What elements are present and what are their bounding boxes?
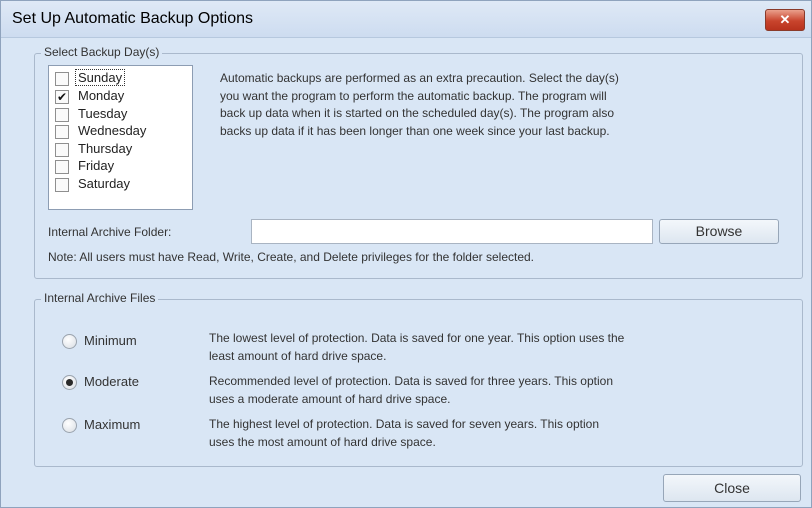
maximum-description: The highest level of protection. Data is… xyxy=(209,416,799,451)
archive-files-legend: Internal Archive Files xyxy=(41,291,159,305)
minimum-radio[interactable] xyxy=(62,334,77,349)
sunday-checkbox[interactable] xyxy=(55,72,69,86)
title-bar[interactable]: Set Up Automatic Backup Options ✕ xyxy=(1,1,811,38)
description-line: back up data when it is started on the s… xyxy=(220,106,615,120)
close-window-button[interactable]: ✕ xyxy=(765,9,805,31)
browse-button[interactable]: Browse xyxy=(659,219,779,244)
day-label: Tuesday xyxy=(78,106,128,121)
backup-description: Automatic backups are performed as an ex… xyxy=(220,70,795,140)
moderate-description: Recommended level of protection. Data is… xyxy=(209,373,799,408)
dialog-window: Set Up Automatic Backup Options ✕ Select… xyxy=(0,0,812,508)
description-line: least amount of hard drive space. xyxy=(209,348,387,363)
minimum-description: The lowest level of protection. Data is … xyxy=(209,330,799,365)
day-label: Wednesday xyxy=(78,123,147,138)
archive-folder-label: Internal Archive Folder: xyxy=(48,225,172,239)
close-button[interactable]: Close xyxy=(663,474,801,502)
backup-day-legend: Select Backup Day(s) xyxy=(41,45,163,59)
tuesday-checkbox[interactable] xyxy=(55,108,69,122)
day-label: Monday xyxy=(78,88,125,103)
saturday-checkbox[interactable] xyxy=(55,178,69,192)
day-checklist[interactable]: Sunday ✔ Monday Tuesday Wednesday Thursd… xyxy=(48,65,193,210)
description-line: backs up data if it has been longer than… xyxy=(220,123,610,138)
maximum-label[interactable]: Maximum xyxy=(84,417,140,432)
description-line: uses the most amount of hard drive space… xyxy=(209,434,436,449)
wednesday-checkbox[interactable] xyxy=(55,125,69,139)
minimum-label[interactable]: Minimum xyxy=(84,333,137,348)
thursday-checkbox[interactable] xyxy=(55,143,69,157)
radio-selected-dot xyxy=(66,379,73,386)
dialog-title: Set Up Automatic Backup Options xyxy=(12,10,254,27)
day-label: Thursday xyxy=(78,141,133,156)
description-line: Recommended level of protection. Data is… xyxy=(209,374,613,388)
moderate-label[interactable]: Moderate xyxy=(84,374,139,389)
moderate-radio[interactable] xyxy=(62,375,77,390)
description-line: The lowest level of protection. Data is … xyxy=(209,331,625,345)
day-label: Saturday xyxy=(78,176,131,191)
description-line: uses a moderate amount of hard drive spa… xyxy=(209,391,451,406)
close-icon: ✕ xyxy=(779,12,791,27)
friday-checkbox[interactable] xyxy=(55,160,69,174)
description-line: Automatic backups are performed as an ex… xyxy=(220,71,619,85)
archive-folder-input[interactable] xyxy=(251,219,653,244)
day-label: Sunday xyxy=(74,69,126,86)
description-line: The highest level of protection. Data is… xyxy=(209,417,599,431)
maximum-radio[interactable] xyxy=(62,418,77,433)
day-label: Friday xyxy=(78,158,115,173)
monday-checkbox[interactable]: ✔ xyxy=(55,90,69,104)
privileges-note: Note: All users must have Read, Write, C… xyxy=(48,250,535,264)
description-line: you want the program to perform the auto… xyxy=(220,88,607,103)
